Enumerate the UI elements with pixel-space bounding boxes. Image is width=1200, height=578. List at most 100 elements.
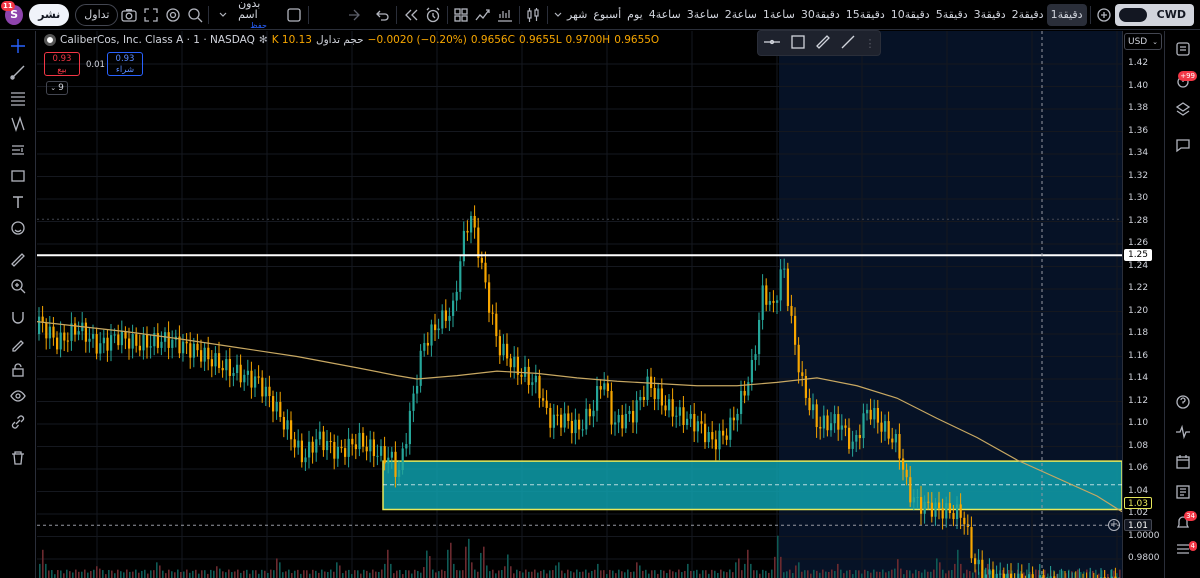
timeframe-0[interactable]: شهر — [564, 8, 590, 21]
volume-bar — [942, 569, 944, 578]
chart-type-icon[interactable] — [494, 3, 516, 27]
alert-clock-icon[interactable] — [422, 3, 444, 27]
timeframe-7[interactable]: 30دقيقة — [798, 8, 843, 21]
indicators-icon[interactable] — [472, 3, 494, 27]
drag-handle-icon[interactable]: ⋮ — [865, 37, 876, 50]
candle-body — [254, 376, 257, 388]
help-icon[interactable] — [1165, 387, 1200, 417]
magnet-icon[interactable] — [0, 305, 36, 331]
layout-square-icon[interactable] — [283, 3, 305, 27]
volume-bar — [405, 570, 407, 578]
eye-icon[interactable] — [0, 383, 36, 409]
timeframe-9[interactable]: 10دقيقة — [888, 8, 933, 21]
publish-button[interactable]: نشر — [29, 3, 70, 26]
chart-pane[interactable] — [37, 31, 1164, 578]
volume-bar — [480, 552, 482, 578]
candle-body — [916, 497, 919, 499]
undo-icon[interactable] — [372, 3, 394, 27]
quick-search-icon[interactable] — [184, 3, 206, 27]
news-icon[interactable] — [1165, 477, 1200, 507]
volume-bar — [507, 554, 509, 578]
keep-drawing-icon[interactable] — [0, 331, 36, 357]
timeframe-6[interactable]: 1ساعة — [760, 8, 798, 21]
layers-icon[interactable] — [1165, 95, 1200, 123]
fib-lines-icon[interactable] — [0, 85, 36, 111]
calendar-icon[interactable] — [1165, 447, 1200, 477]
add-plus-icon[interactable] — [1093, 3, 1115, 27]
chevron-down-icon[interactable] — [551, 3, 564, 27]
layout-name[interactable]: بدون اسم حفظ — [238, 0, 279, 31]
trend-line-tool-icon[interactable] — [840, 34, 856, 53]
account-button[interactable]: CWD — [1115, 3, 1194, 26]
ruler-icon[interactable] — [0, 247, 36, 273]
emoji-icon[interactable] — [0, 215, 36, 241]
ruler-tool-icon[interactable] — [815, 34, 831, 53]
candle-body — [696, 421, 699, 432]
pattern-icon[interactable] — [0, 111, 36, 137]
timeframe-8[interactable]: 15دقيقة — [843, 8, 888, 21]
chat-icon[interactable] — [1165, 123, 1200, 167]
link-icon[interactable] — [0, 409, 36, 435]
timeframe-1[interactable]: أسبوع — [590, 8, 624, 21]
notifications-icon[interactable]: 34 — [1165, 507, 1200, 537]
volume-bar — [39, 563, 41, 578]
alerts-icon[interactable]: +99 — [1165, 67, 1200, 95]
timeframe-5[interactable]: 2ساعة — [722, 8, 760, 21]
rectangle-icon[interactable] — [0, 163, 36, 189]
settings-gear-icon[interactable] — [162, 3, 184, 27]
symbol-title[interactable]: CaliberCos, Inc. Class A · 1 · NASDAQ — [60, 34, 255, 46]
pulse-icon[interactable] — [1165, 417, 1200, 447]
volume-bar — [471, 562, 473, 578]
fullscreen-icon[interactable] — [140, 3, 162, 27]
menu-icon[interactable]: 4 — [1165, 537, 1200, 561]
volume-bar — [438, 571, 440, 578]
candle-body — [596, 386, 599, 411]
watchlist-icon[interactable] — [1165, 31, 1200, 67]
camera-icon[interactable] — [118, 3, 140, 27]
replay-icon[interactable] — [400, 3, 422, 27]
candle-body — [786, 268, 789, 306]
trade-button[interactable]: تداول — [75, 3, 119, 26]
layouts-grid-icon[interactable] — [451, 3, 473, 27]
candles-icon[interactable] — [523, 3, 545, 27]
sell-button[interactable]: 0.93 بيع — [44, 52, 80, 76]
separator — [446, 5, 448, 24]
timeframe-11[interactable]: 3دقيقة — [971, 8, 1009, 21]
candle-body — [426, 342, 429, 346]
chevron-down-icon[interactable] — [212, 3, 234, 27]
timeframe-10[interactable]: 5دقيقة — [933, 8, 971, 21]
zoom-in-icon[interactable] — [0, 273, 36, 299]
volume-bar — [426, 550, 428, 578]
forecast-icon[interactable] — [0, 137, 36, 163]
redo-icon[interactable] — [342, 3, 364, 27]
timeframe-2[interactable]: يوم — [624, 8, 646, 21]
app-logo[interactable]: S 11 — [1, 0, 24, 25]
candle-body — [196, 343, 199, 351]
volume-bar — [633, 571, 635, 578]
timeframe-4[interactable]: 3ساعة — [684, 8, 722, 21]
candle-body — [394, 451, 397, 477]
rectangle-tool-icon[interactable] — [790, 34, 806, 53]
candle-body — [326, 441, 329, 451]
candle-body — [293, 439, 296, 448]
price-chart[interactable] — [37, 31, 1164, 578]
currency-selector[interactable]: USD ⌄ — [1124, 33, 1162, 50]
timeframe-3[interactable]: 4ساعة — [646, 8, 684, 21]
candle-body — [272, 396, 275, 412]
trend-line-icon[interactable] — [0, 59, 36, 85]
timeframe-13[interactable]: 1دقيقة — [1046, 3, 1087, 26]
volume-bar — [762, 569, 764, 578]
candle-body — [448, 315, 451, 321]
volume-bar — [171, 571, 173, 578]
buy-button[interactable]: 0.93 شراء — [107, 52, 143, 76]
indicators-toggle[interactable]: ⌄ 9 — [46, 81, 68, 95]
lock-icon[interactable] — [0, 357, 36, 383]
trash-icon[interactable] — [0, 445, 36, 471]
timeframe-12[interactable]: 2دقيقة — [1009, 8, 1047, 21]
candle-body — [74, 323, 77, 335]
price-scale[interactable] — [1122, 31, 1164, 578]
horizontal-line-icon[interactable] — [763, 35, 781, 52]
candle-body — [812, 404, 815, 411]
crosshair-icon[interactable] — [0, 33, 36, 59]
text-icon[interactable] — [0, 189, 36, 215]
